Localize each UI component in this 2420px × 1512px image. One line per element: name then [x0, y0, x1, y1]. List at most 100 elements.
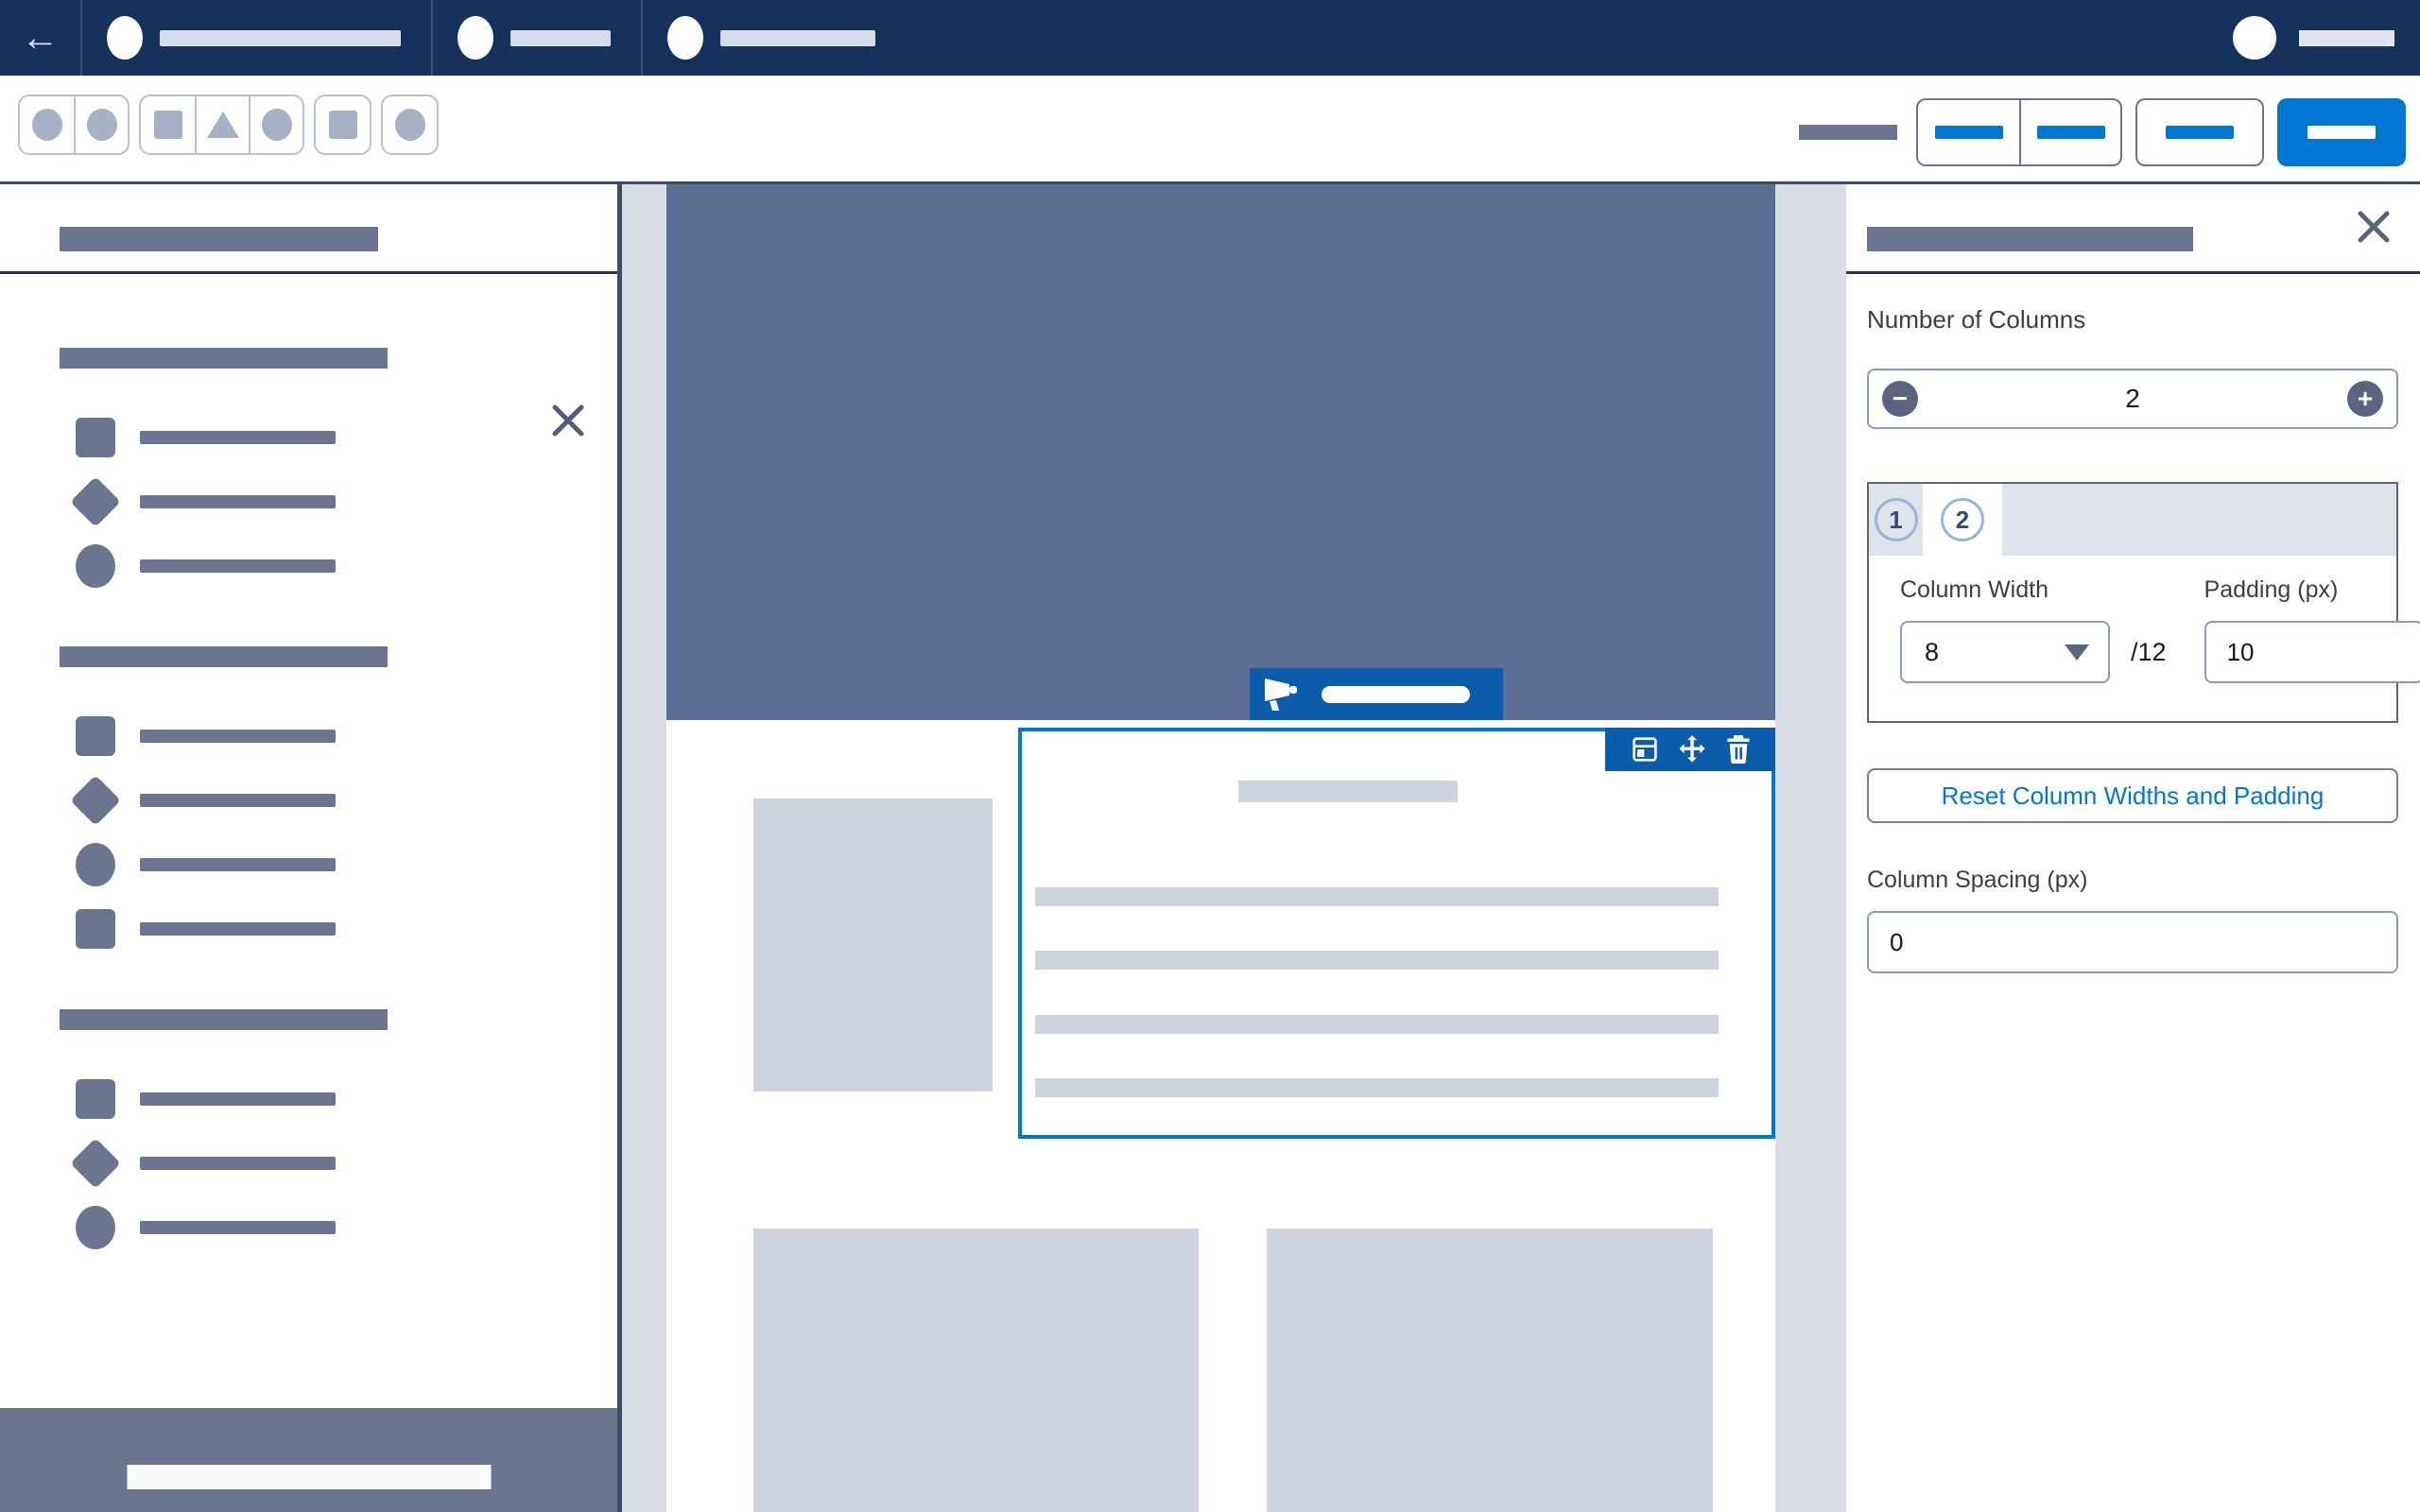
component-list-item[interactable]	[60, 716, 617, 756]
toolbar-label-placeholder	[1799, 125, 1897, 140]
panel-title-placeholder	[60, 227, 378, 251]
toolbar-button-2[interactable]	[2019, 100, 2120, 164]
toolbar-square-icon[interactable]	[141, 96, 195, 153]
square-icon	[329, 111, 357, 139]
column-spacing-input[interactable]	[1867, 911, 2398, 973]
builder-canvas	[622, 184, 1846, 1512]
toolbar-actions	[1799, 98, 2406, 166]
component-list-item[interactable]	[60, 1079, 617, 1119]
number-of-columns-stepper[interactable]: − 2 +	[1867, 369, 2398, 429]
toolbar-icon-group-1	[18, 94, 130, 155]
plus-icon[interactable]: +	[2347, 381, 2383, 417]
item-label-placeholder	[140, 858, 336, 871]
section-heading-placeholder	[60, 1009, 388, 1030]
component-list-item[interactable]	[60, 845, 617, 885]
panel-footer	[0, 1408, 617, 1512]
toolbar-square-icon[interactable]	[316, 96, 370, 153]
component-list-item[interactable]	[60, 482, 617, 522]
header-nav-item-3[interactable]	[641, 0, 906, 76]
square-icon	[76, 909, 115, 949]
header-nav-item-1[interactable]	[80, 0, 431, 76]
number-of-columns-label: Number of Columns	[1867, 305, 2398, 335]
item-label-placeholder	[140, 1221, 336, 1234]
text-line-placeholder	[1035, 1015, 1719, 1034]
avatar	[2233, 16, 2276, 60]
column-settings: Number of Columns − 2 + 1 2 Column	[1867, 271, 2398, 973]
tab-column-1[interactable]: 1	[1869, 484, 1923, 556]
trash-icon[interactable]	[1725, 735, 1752, 764]
reset-columns-button[interactable]: Reset Column Widths and Padding	[1867, 768, 2398, 823]
toolbar-icon-groups	[18, 94, 439, 155]
item-label-placeholder	[140, 794, 336, 807]
toolbar-circle-icon[interactable]	[383, 96, 437, 153]
tab-1-number: 1	[1875, 498, 1918, 541]
toolbar-primary-button[interactable]	[2277, 98, 2406, 166]
circle-icon	[87, 109, 117, 141]
tab-column-2[interactable]: 2	[1923, 484, 2002, 556]
column-tab-strip: 1 2	[1869, 484, 2396, 556]
close-icon[interactable]	[2357, 210, 2391, 244]
padding-input[interactable]	[2204, 621, 2420, 683]
hero-image-block[interactable]	[666, 184, 1775, 720]
toolbar-button-3[interactable]	[2135, 98, 2264, 166]
item-label-placeholder	[140, 495, 336, 508]
chevron-down-icon	[2065, 644, 2089, 661]
component-action-toolbar	[1605, 728, 1775, 771]
component-section-2	[60, 646, 617, 949]
footer-button-placeholder[interactable]	[127, 1465, 491, 1489]
back-arrow-icon[interactable]: ←	[0, 0, 80, 76]
image-placeholder-block[interactable]	[1267, 1228, 1713, 1512]
user-menu[interactable]	[2233, 0, 2420, 76]
component-list	[0, 348, 617, 1308]
column-width-dropdown[interactable]: 8	[1900, 621, 2110, 683]
user-name-placeholder	[2299, 30, 2394, 46]
toolbar-circle-icon[interactable]	[74, 96, 128, 153]
component-list-item[interactable]	[60, 418, 617, 457]
header-nav	[80, 0, 906, 76]
circle-icon	[76, 544, 115, 588]
circle-icon	[395, 109, 425, 141]
page-builder-window: ←	[0, 0, 2420, 1512]
header-nav-item-2[interactable]	[431, 0, 641, 76]
builder-toolbar	[0, 76, 2420, 184]
toolbar-circle-icon[interactable]	[20, 96, 74, 153]
item-label-placeholder	[140, 1092, 336, 1106]
nav-avatar-circle	[667, 16, 703, 60]
circle-icon	[76, 843, 115, 886]
toolbar-button-1[interactable]	[1918, 100, 2019, 164]
image-placeholder-block[interactable]	[753, 799, 993, 1091]
padding-label: Padding (px)	[2204, 576, 2420, 604]
section-heading-placeholder	[60, 348, 388, 369]
component-list-item[interactable]	[60, 1208, 617, 1247]
nav-avatar-circle	[107, 16, 143, 60]
minus-icon[interactable]: −	[1882, 381, 1918, 417]
toolbar-icon-group-2	[139, 94, 304, 155]
component-list-item[interactable]	[60, 781, 617, 820]
nav-avatar-circle	[458, 16, 493, 60]
item-label-placeholder	[140, 922, 336, 936]
column-settings-card: Column Width 8 /12 Padding (px)	[1869, 556, 2396, 721]
square-icon	[154, 111, 182, 139]
component-list-item[interactable]	[60, 1143, 617, 1183]
toolbar-circle-icon[interactable]	[249, 96, 302, 153]
diamond-icon	[70, 1138, 121, 1189]
component-list-item[interactable]	[60, 909, 617, 949]
announcement-badge[interactable]	[1250, 668, 1503, 720]
button-label-placeholder	[2166, 126, 2234, 139]
component-section-1	[60, 348, 617, 586]
button-label-placeholder	[1935, 126, 2003, 139]
toolbar-triangle-icon[interactable]	[195, 96, 249, 153]
component-list-item[interactable]	[60, 546, 617, 586]
badge-label-placeholder	[1322, 686, 1470, 703]
selected-column-component[interactable]	[1018, 728, 1775, 1139]
move-icon[interactable]	[1676, 733, 1708, 765]
nav-label-placeholder	[720, 30, 875, 46]
panel-title-placeholder	[1867, 227, 2193, 251]
toolbar-icon-group-4	[381, 94, 439, 155]
column-properties-panel: Number of Columns − 2 + 1 2 Column	[1846, 184, 2420, 1512]
item-label-placeholder	[140, 431, 336, 444]
button-label-placeholder	[2308, 126, 2376, 139]
image-placeholder-block[interactable]	[753, 1228, 1199, 1512]
layout-icon[interactable]	[1630, 734, 1660, 765]
item-label-placeholder	[140, 1157, 336, 1170]
